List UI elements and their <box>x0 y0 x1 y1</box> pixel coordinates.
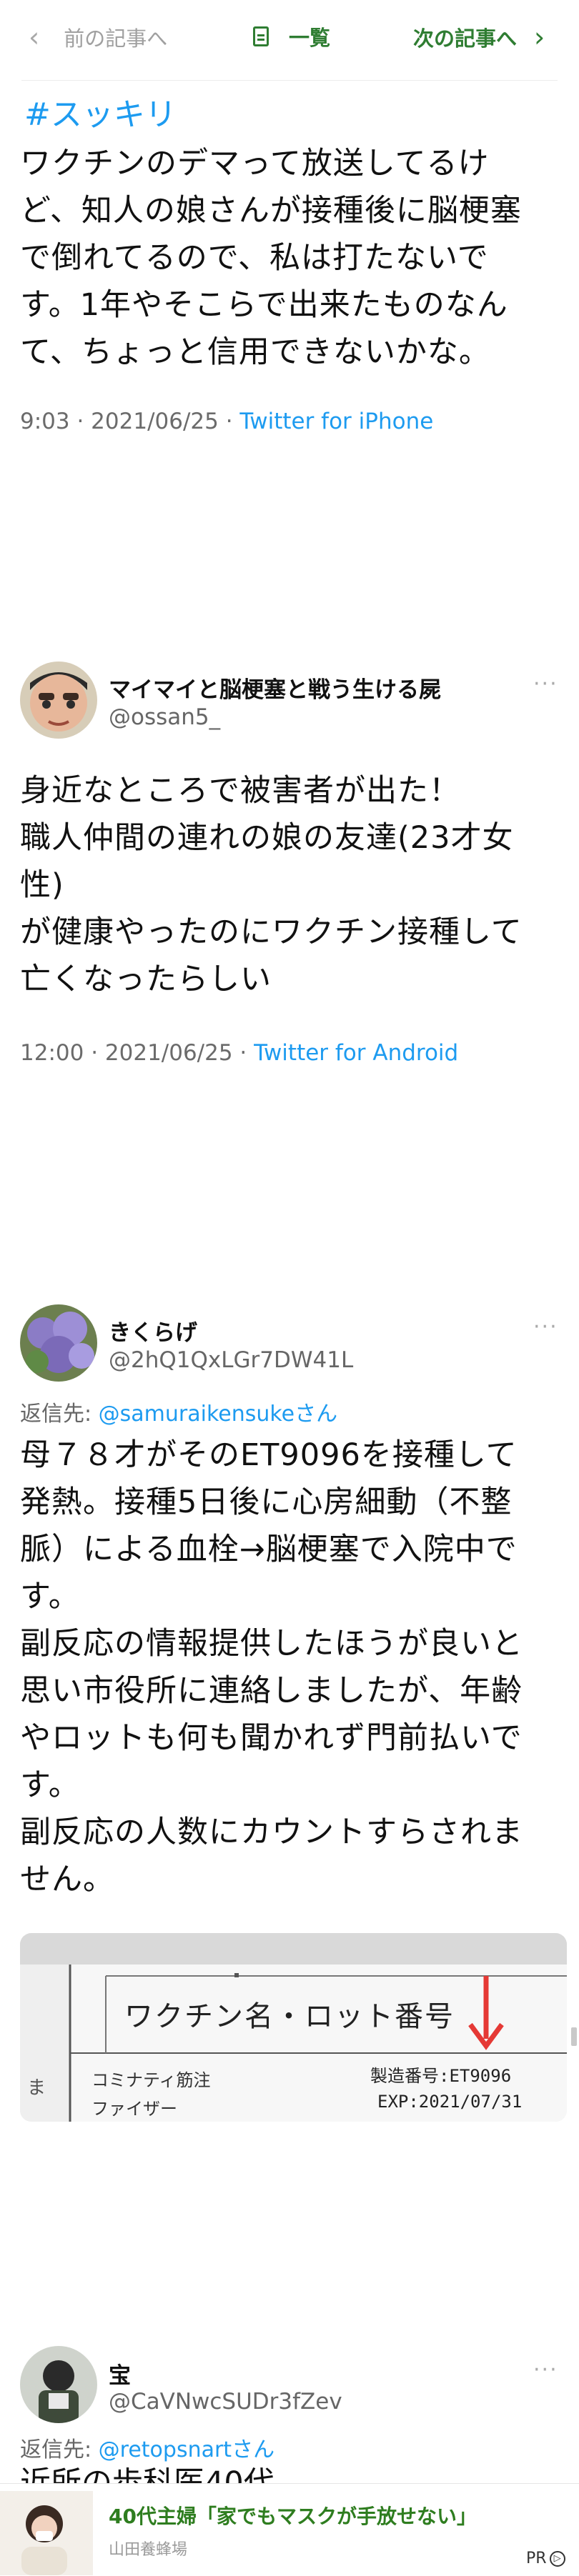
reply-to: 返信先: @retopsnartさん <box>20 2432 274 2463</box>
reply-to-link[interactable]: @samuraikensukeさん <box>99 1402 337 1427</box>
chevron-right-icon: › <box>534 21 545 53</box>
reply-prefix: 返信先: <box>20 1402 99 1427</box>
ad-banner[interactable]: 40代主婦「家でもマスクが手放せない」 山田養蜂場 PR ▷ <box>0 2483 579 2576</box>
ad-info-icon: ▷ <box>549 2550 565 2567</box>
avatar-image <box>20 662 97 739</box>
ad-pr-label[interactable]: PR ▷ <box>526 2550 565 2567</box>
avatar[interactable] <box>20 662 97 739</box>
tweet-text: 母７８才がそのET9096を接種して 発熱。接種5日後に心房細動（不整 脈）によ… <box>20 1432 563 1903</box>
user-display-name[interactable]: きくらげ <box>109 1314 197 1347</box>
photo-vaccine-name: コミナティ筋注 <box>91 2070 211 2090</box>
tweet-line: やロットも何も聞かれず門前払いで <box>20 1720 523 1756</box>
photo-maker: ファイザー <box>91 2099 177 2119</box>
tweet-line: 思い市役所に連絡しましたが、年齢 <box>20 1673 523 1709</box>
more-dots-icon[interactable]: ··· <box>533 2357 558 2382</box>
scroll-indicator <box>571 2027 577 2046</box>
tweet-source[interactable]: Twitter for Android <box>254 1040 458 1066</box>
prev-article-link[interactable]: ‹ 前の記事へ <box>29 21 167 53</box>
tweet-line: せん。 <box>20 1862 114 1897</box>
tweet-line: 副反応の人数にカウントすらされま <box>20 1814 523 1850</box>
user-display-name[interactable]: 宝 <box>109 2357 131 2390</box>
avatar-image <box>20 2346 97 2423</box>
next-article-label: 次の記事へ <box>413 26 518 51</box>
tweet-line-partial: 近所の歩科医40代 <box>20 2467 274 2483</box>
ad-title[interactable]: 40代主婦「家でもマスクが手放せない」 <box>109 2501 477 2530</box>
tweet-line: す。 <box>20 1767 80 1803</box>
next-article-link[interactable]: 次の記事へ › <box>413 21 545 53</box>
more-dots-icon[interactable]: ··· <box>533 1314 558 1339</box>
avatar[interactable] <box>20 1304 97 1382</box>
tweet-line: 副反応の情報提供したほうが良いと <box>20 1626 523 1662</box>
avatar[interactable] <box>20 2346 97 2423</box>
tweet-line: 発熱。接種5日後に心房細動（不整 <box>20 1484 513 1520</box>
tweet-line: 脈）による血栓→脳梗塞で入院中で <box>20 1532 518 1567</box>
reply-prefix: 返信先: <box>20 2437 99 2462</box>
photo-lot-number: 製造番号:ET9096 <box>370 2066 512 2086</box>
tweet-line: 職人仲間の連れの娘の友達(23才女 <box>20 820 514 856</box>
user-display-name[interactable]: マイマイと脳梗塞と戦う生ける屍 <box>109 672 441 704</box>
divider <box>21 80 558 81</box>
tweet-line: 亡くなったらしい <box>20 962 272 997</box>
user-handle[interactable]: @ossan5_ <box>109 704 220 730</box>
article-nav: ‹ 前の記事へ 一覧 次の記事へ › <box>0 0 579 84</box>
tweet-line: 身近なところで被害者が出た！ <box>20 773 460 809</box>
tweet-line: が健康やったのにワクチン接種して <box>20 914 523 950</box>
user-handle[interactable]: @2hQ1QxLGr7DW41L <box>109 1347 353 1373</box>
ad-image <box>0 2491 93 2575</box>
tweet-meta: 12:00 · 2021/06/25 · Twitter for Android <box>20 1040 458 1066</box>
hashtag-link[interactable]: #スッキリ <box>24 89 177 134</box>
tweet-line: 性) <box>20 867 64 903</box>
tweet-line: す。1年やそこらで出来たものなん <box>20 287 508 323</box>
tweet-line: ワクチンのデマって放送してるけ <box>20 146 490 181</box>
tweet-photo[interactable]: ワクチン名・ロット番号 コミナティ筋注 ファイザー 製造番号:ET9096 EX… <box>20 1933 567 2122</box>
photo-expiry: EXP:2021/07/31 <box>377 2092 523 2112</box>
tweet-text: ワクチンのデマって放送してるけ ど、知人の娘さんが接種後に脳梗塞 で倒れてるので… <box>20 140 563 376</box>
tweet-line: 母７８才がそのET9096を接種して <box>20 1437 518 1473</box>
tweet-meta: 9:03 · 2021/06/25 · Twitter for iPhone <box>20 409 433 434</box>
photo-side-char: ま <box>27 2077 46 2099</box>
tweet-timestamp[interactable]: 12:00 · 2021/06/25 · <box>20 1040 254 1066</box>
chevron-left-icon: ‹ <box>29 21 40 53</box>
tweet-line: で倒れてるので、私は打たないで <box>20 240 489 276</box>
prev-article-label: 前の記事へ <box>64 26 168 51</box>
article-list-link[interactable]: 一覧 <box>253 21 330 51</box>
tweet-line: ど、知人の娘さんが接種後に脳梗塞 <box>20 193 522 229</box>
more-dots-icon[interactable]: ··· <box>533 672 558 697</box>
photo-header-text: ワクチン名・ロット番号 <box>124 2000 455 2033</box>
article-list-label: 一覧 <box>289 26 331 50</box>
tweet-line: す。 <box>20 1579 80 1614</box>
tweet-line: て、ちょっと信用できないかな。 <box>20 334 490 370</box>
tweet-timestamp[interactable]: 9:03 · 2021/06/25 · <box>20 409 239 434</box>
ad-sponsor: 山田養蜂場 <box>109 2541 188 2559</box>
document-icon <box>253 26 269 46</box>
reply-to: 返信先: @samuraikensukeさん <box>20 1396 337 1427</box>
reply-to-link[interactable]: @retopsnartさん <box>99 2437 274 2462</box>
pr-text: PR <box>526 2550 547 2567</box>
tweet-source[interactable]: Twitter for iPhone <box>239 409 433 434</box>
avatar-image <box>20 1304 97 1382</box>
tweet-text: 身近なところで被害者が出た！ 職人仲間の連れの娘の友達(23才女 性) が健康や… <box>20 767 563 1003</box>
ad-woman-image <box>0 2491 93 2575</box>
user-handle[interactable]: @CaVNwcSUDr3fZev <box>109 2389 342 2415</box>
